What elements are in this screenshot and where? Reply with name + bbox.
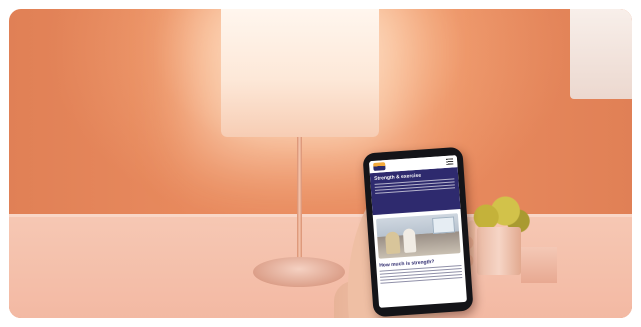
side-box [521,247,557,283]
photo-window [432,216,456,234]
plant-pot [477,227,521,275]
lamp-shade [221,9,379,137]
brand-logo-icon [373,162,386,171]
photo-frame: Strength & exercise How much is strength… [9,9,632,318]
photo-person [384,231,401,255]
hero-banner: Strength & exercise [369,167,461,216]
phone-screen: Strength & exercise How much is strength… [368,155,467,308]
table-edge [9,214,632,217]
smartphone: Strength & exercise How much is strength… [362,146,474,318]
lamp-stand [297,137,302,267]
article-photo [375,213,461,259]
photo-person [402,228,417,253]
hamburger-menu-icon[interactable] [445,158,454,165]
wall-shelf [570,9,632,99]
